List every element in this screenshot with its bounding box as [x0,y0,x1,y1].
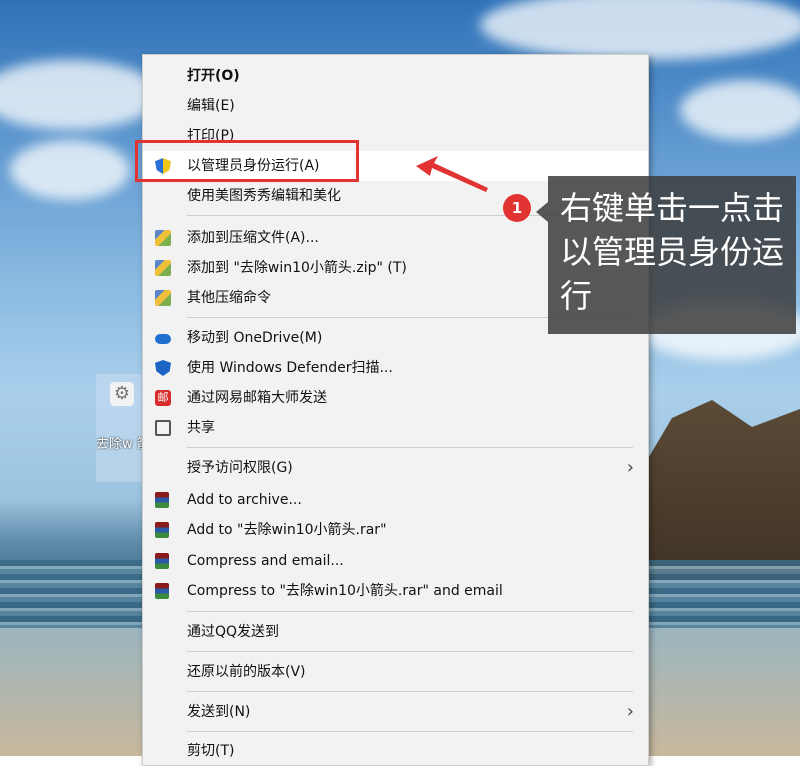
menu-item-label: 其他压缩命令 [187,290,271,306]
menu-item-label: 通过QQ发送到 [187,624,280,640]
menu-item-label: Add to archive... [187,492,302,508]
menu-item-send-qq[interactable]: 通过QQ发送到 [143,617,648,647]
desktop-file-label: 去除w 箭头 [96,437,144,452]
pointer-arrow-icon [416,156,488,192]
menu-item-label: 编辑(E) [187,98,235,114]
menu-item-edit[interactable]: 编辑(E) [143,91,648,121]
share-icon [155,420,171,436]
menu-item-label: 共享 [187,420,215,436]
chevron-right-icon: › [626,701,634,722]
settings-file-icon: ⚙ [110,382,134,406]
archive-icon [155,260,171,276]
menu-item-defender-scan[interactable]: 使用 Windows Defender扫描... [143,353,648,383]
menu-item-label: 添加到压缩文件(A)... [187,230,319,246]
archive-icon [155,290,171,306]
menu-item-send-to[interactable]: 发送到(N) › [143,697,648,727]
menu-item-label: 还原以前的版本(V) [187,664,306,680]
cloud [680,80,800,140]
menu-item-label: 剪切(T) [187,743,235,759]
menu-item-label: 添加到 "去除win10小箭头.zip" (T) [187,260,407,276]
menu-item-label: 移动到 OneDrive(M) [187,330,323,346]
cloud [10,140,130,200]
menu-separator [187,731,633,732]
defender-icon [155,360,171,376]
cloud [480,0,800,60]
step-number-badge: 1 [503,194,531,222]
menu-item-label: Compress and email... [187,553,344,569]
instruction-callout: 右键单击一点击以管理员身份运行 [536,176,796,334]
menu-item-label: Add to "去除win10小箭头.rar" [187,522,387,538]
archive-icon [155,230,171,246]
menu-item-label: 授予访问权限(G) [187,460,293,476]
menu-separator [187,611,633,612]
menu-item-add-to-archive[interactable]: Add to archive... [143,485,648,515]
menu-separator [187,447,633,448]
menu-item-netease-mail[interactable]: 邮 通过网易邮箱大师发送 [143,383,648,413]
menu-item-restore-versions[interactable]: 还原以前的版本(V) [143,657,648,687]
mountain [640,400,800,580]
menu-item-label: Compress to "去除win10小箭头.rar" and email [187,583,503,599]
menu-separator [187,691,633,692]
menu-item-compress-rar-email[interactable]: Compress to "去除win10小箭头.rar" and email [143,576,648,606]
menu-item-label: 使用美图秀秀编辑和美化 [187,188,341,204]
menu-item-open[interactable]: 打开(O) [143,61,648,91]
menu-item-label: 通过网易邮箱大师发送 [187,390,327,406]
desktop-file-icon[interactable]: ⚙ 去除w 箭头 [96,374,144,482]
netease-mail-icon: 邮 [155,390,171,406]
menu-item-share[interactable]: 共享 [143,413,648,443]
menu-item-compress-email[interactable]: Compress and email... [143,546,648,576]
winrar-icon [155,583,169,599]
cloud [0,60,160,130]
chevron-right-icon: › [626,457,634,478]
menu-item-label: 使用 Windows Defender扫描... [187,360,393,376]
winrar-icon [155,553,169,569]
menu-item-label: 打开(O) [187,68,240,84]
onedrive-icon [155,334,171,344]
winrar-icon [155,522,169,538]
menu-separator [187,651,633,652]
highlight-box [135,140,359,182]
menu-item-add-to-rar[interactable]: Add to "去除win10小箭头.rar" [143,515,648,545]
winrar-icon [155,492,169,508]
menu-item-label: 发送到(N) [187,704,251,720]
menu-item-grant-access[interactable]: 授予访问权限(G) › [143,453,648,483]
menu-item-cut[interactable]: 剪切(T) [143,736,648,766]
